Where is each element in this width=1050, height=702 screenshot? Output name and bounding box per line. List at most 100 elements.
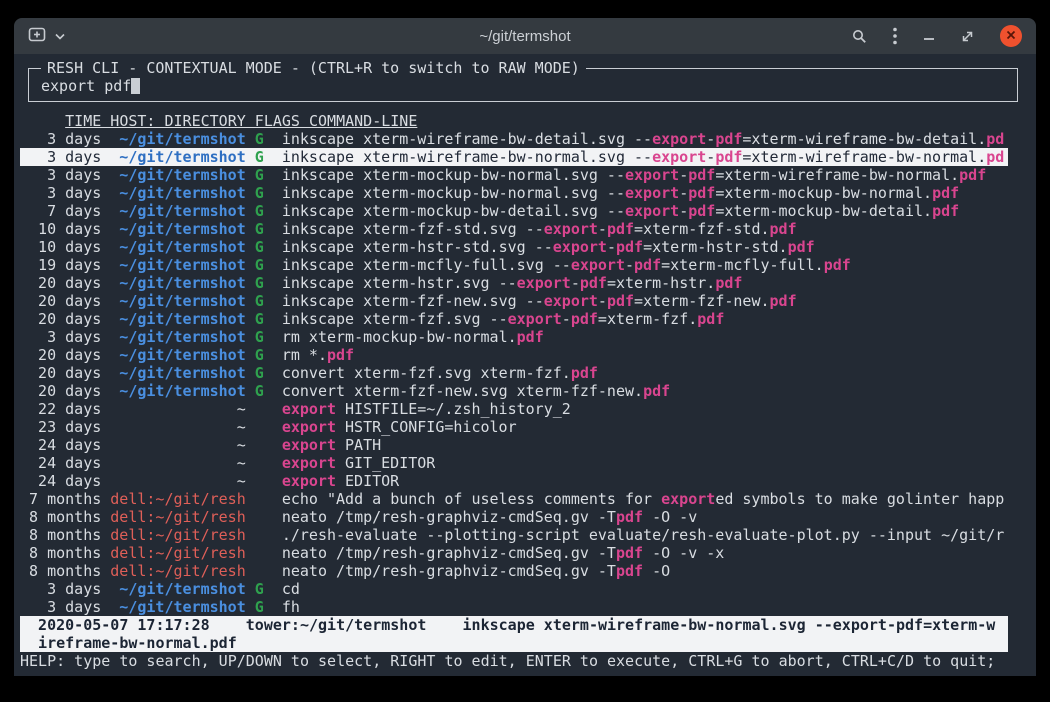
restore-button[interactable] — [961, 30, 974, 43]
row-time: 7 months — [20, 490, 101, 508]
row-flags: G — [255, 202, 264, 220]
row-command: inkscape xterm-wireframe-bw-detail.svg -… — [282, 130, 1004, 148]
status-bar: 2020-05-07 17:17:28 tower:~/git/termshot… — [20, 616, 1008, 652]
row-command: inkscape xterm-wireframe-bw-normal.svg -… — [282, 148, 1004, 166]
row-command: convert xterm-fzf.svg xterm-fzf.pdf — [282, 364, 598, 382]
history-row[interactable]: 23 days~export HSTR_CONFIG=hicolor — [20, 418, 1008, 436]
row-host: ~/git/termshot — [110, 310, 245, 328]
row-flags: G — [255, 148, 264, 166]
history-row[interactable]: 7 days~/git/termshotGinkscape xterm-mock… — [20, 202, 1008, 220]
row-flags: G — [255, 310, 264, 328]
kebab-menu-icon[interactable] — [893, 27, 897, 45]
row-command: inkscape xterm-fzf.svg --export-pdf=xter… — [282, 310, 725, 328]
row-flags — [255, 454, 264, 472]
row-command: export PATH — [282, 436, 381, 454]
status-line-1: 2020-05-07 17:17:28 tower:~/git/termshot… — [20, 616, 1008, 634]
search-box[interactable]: RESH CLI - CONTEXTUAL MODE - (CTRL+R to … — [28, 68, 1018, 102]
row-host: ~/git/termshot — [110, 364, 245, 382]
minimize-button[interactable] — [923, 30, 935, 42]
row-time: 8 months — [20, 508, 101, 526]
history-row[interactable]: 8 monthsdell:~/git/reshneato /tmp/resh-g… — [20, 508, 1008, 526]
history-row[interactable]: 3 days~/git/termshotGrm xterm-mockup-bw-… — [20, 328, 1008, 346]
row-host: ~/git/termshot — [110, 598, 245, 616]
row-flags: G — [255, 238, 264, 256]
row-time: 3 days — [20, 130, 101, 148]
row-command: echo "Add a bunch of useless comments fo… — [282, 490, 1004, 508]
close-button[interactable] — [1000, 25, 1022, 47]
history-row[interactable]: 3 days~/git/termshotGinkscape xterm-wire… — [20, 130, 1008, 148]
row-host: ~/git/termshot — [110, 220, 245, 238]
history-row[interactable]: 22 days~export HISTFILE=~/.zsh_history_2 — [20, 400, 1008, 418]
row-host: dell:~/git/resh — [110, 490, 245, 508]
row-host: ~/git/termshot — [110, 166, 245, 184]
row-time: 19 days — [20, 256, 101, 274]
row-flags — [255, 544, 264, 562]
history-row[interactable]: 20 days~/git/termshotGconvert xterm-fzf-… — [20, 382, 1008, 400]
history-row[interactable]: 8 monthsdell:~/git/reshneato /tmp/resh-g… — [20, 544, 1008, 562]
row-flags — [255, 490, 264, 508]
row-command: inkscape xterm-mockup-bw-detail.svg --ex… — [282, 202, 959, 220]
history-row[interactable]: 20 days~/git/termshotGinkscape xterm-fzf… — [20, 292, 1008, 310]
row-host: ~/git/termshot — [110, 148, 245, 166]
row-command: inkscape xterm-mockup-bw-normal.svg --ex… — [282, 166, 986, 184]
history-row[interactable]: 10 days~/git/termshotGinkscape xterm-hst… — [20, 238, 1008, 256]
history-row[interactable]: 19 days~/git/termshotGinkscape xterm-mcf… — [20, 256, 1008, 274]
row-flags: G — [255, 598, 264, 616]
row-time: 24 days — [20, 472, 101, 490]
history-row[interactable]: 3 days~/git/termshotGinkscape xterm-mock… — [20, 184, 1008, 202]
history-row[interactable]: 3 days~/git/termshotGinkscape xterm-mock… — [20, 166, 1008, 184]
new-tab-icon — [28, 26, 48, 46]
row-host: dell:~/git/resh — [110, 508, 245, 526]
history-row[interactable]: 24 days~export EDITOR — [20, 472, 1008, 490]
row-time: 24 days — [20, 454, 101, 472]
search-icon[interactable] — [852, 29, 867, 44]
titlebar-controls — [852, 25, 1022, 47]
header-indent — [20, 112, 65, 130]
row-host: ~/git/termshot — [110, 292, 245, 310]
new-tab-button[interactable] — [28, 26, 48, 46]
row-command: rm *.pdf — [282, 346, 354, 364]
history-row[interactable]: 3 days~/git/termshotGfh — [20, 598, 1008, 616]
history-row[interactable]: 20 days~/git/termshotGrm *.pdf — [20, 346, 1008, 364]
row-host: ~ — [110, 400, 245, 418]
text-cursor — [131, 78, 140, 94]
row-command: inkscape xterm-hstr.svg --export-pdf=xte… — [282, 274, 743, 292]
history-list: 3 days ~/git/termshot Ginkscape xterm-wire… — [20, 130, 1008, 616]
row-time: 20 days — [20, 346, 101, 364]
history-row[interactable]: 20 days~/git/termshotGconvert xterm-fzf.… — [20, 364, 1008, 382]
row-flags — [255, 526, 264, 544]
row-flags: G — [255, 256, 264, 274]
row-time: 20 days — [20, 274, 101, 292]
row-host: dell:~/git/resh — [110, 562, 245, 580]
header-columns: TIME HOST: DIRECTORY FLAGS COMMAND-LINE — [65, 112, 417, 130]
row-host: ~/git/termshot — [110, 328, 245, 346]
chevron-down-icon[interactable] — [55, 27, 65, 45]
row-flags — [255, 400, 264, 418]
row-flags: G — [255, 166, 264, 184]
status-line-2: ireframe-bw-normal.pdf — [20, 634, 1008, 652]
close-icon — [1006, 27, 1016, 45]
search-box-label: RESH CLI - CONTEXTUAL MODE - (CTRL+R to … — [41, 59, 586, 77]
row-command: export HSTR_CONFIG=hicolor — [282, 418, 517, 436]
history-row[interactable]: 3 days~/git/termshotGcd — [20, 580, 1008, 598]
history-row[interactable]: 7 months dell:~/git/resh echo "Add a bunch… — [20, 490, 1008, 508]
history-row[interactable]: 24 days~export GIT_EDITOR — [20, 454, 1008, 472]
row-host: ~/git/termshot — [110, 382, 245, 400]
history-row[interactable]: 20 days~/git/termshotGinkscape xterm-hst… — [20, 274, 1008, 292]
row-flags — [255, 472, 264, 490]
history-row[interactable]: 8 monthsdell:~/git/resh./resh-evaluate -… — [20, 526, 1008, 544]
row-time: 8 months — [20, 562, 101, 580]
search-input[interactable]: export pdf — [41, 77, 131, 95]
titlebar-left — [28, 26, 65, 46]
history-row[interactable]: 20 days~/git/termshotGinkscape xterm-fzf… — [20, 310, 1008, 328]
history-row[interactable]: 24 days~export PATH — [20, 436, 1008, 454]
terminal-window: ~/git/termshot — [14, 18, 1036, 676]
terminal-content: RESH CLI - CONTEXTUAL MODE - (CTRL+R to … — [14, 54, 1036, 676]
history-row-selected[interactable]: 3 days~/git/termshotGinkscape xterm-wire… — [20, 148, 1008, 166]
titlebar: ~/git/termshot — [14, 18, 1036, 54]
row-host: ~/git/termshot — [110, 346, 245, 364]
history-row[interactable]: 10 days~/git/termshotGinkscape xterm-fzf… — [20, 220, 1008, 238]
history-row[interactable]: 8 months dell:~/git/resh neato /tmp/resh-g… — [20, 562, 1008, 580]
row-command: neato /tmp/resh-graphviz-cmdSeq.gv -Tpdf… — [282, 562, 670, 580]
row-command: export EDITOR — [282, 472, 399, 490]
